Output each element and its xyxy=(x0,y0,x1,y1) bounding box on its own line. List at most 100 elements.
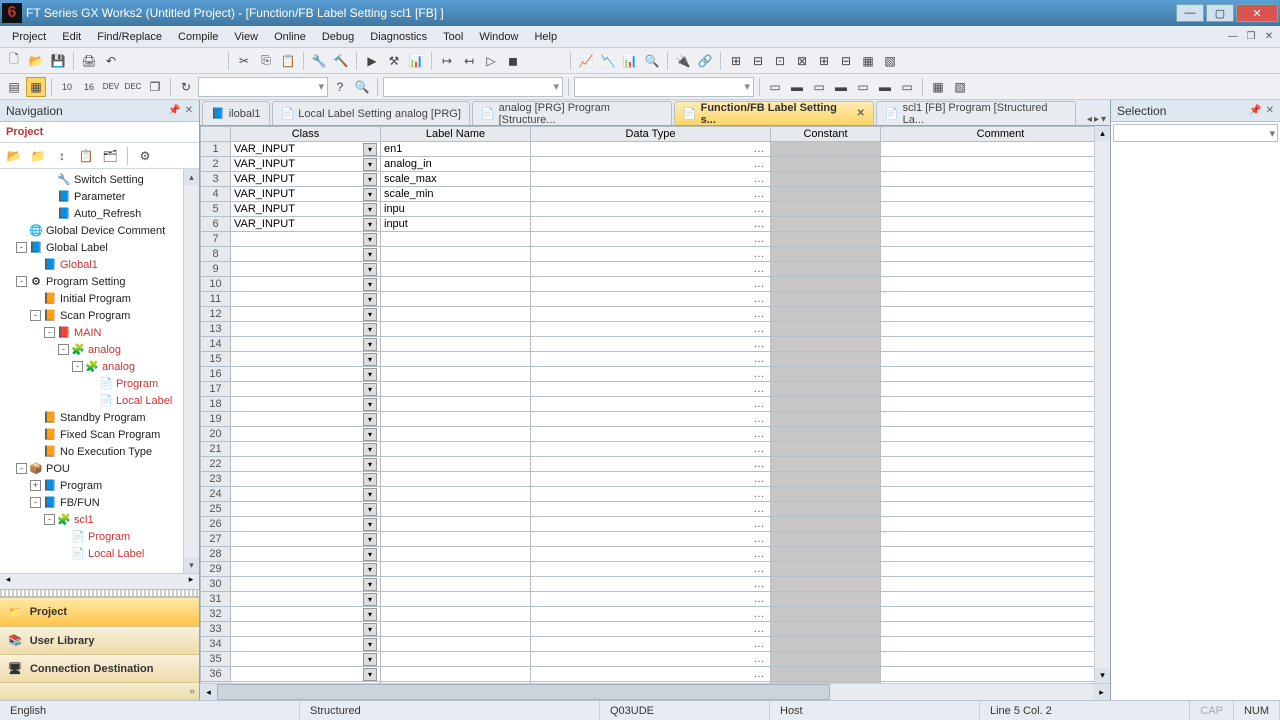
tile-icon[interactable]: ▤ xyxy=(4,77,24,97)
tree-node[interactable]: 📄Local Label xyxy=(2,545,199,562)
datatype-cell[interactable]: … xyxy=(531,607,771,622)
comment-cell[interactable] xyxy=(881,472,1095,487)
editor-tab[interactable]: 📄Local Label Setting analog [PRG] xyxy=(272,101,470,125)
compile-icon[interactable]: ▶ xyxy=(362,51,382,71)
datatype-cell[interactable]: … xyxy=(531,577,771,592)
row-number[interactable]: 16 xyxy=(201,367,231,382)
close-panel-icon[interactable]: ✕ xyxy=(185,105,193,116)
constant-cell[interactable] xyxy=(771,637,881,652)
sort-icon[interactable]: ↕ xyxy=(52,146,72,166)
row-number[interactable]: 5 xyxy=(201,202,231,217)
tree-node[interactable]: -🧩analog xyxy=(2,341,199,358)
editor-tab[interactable]: 📄scl1 [FB] Program [Structured La... xyxy=(876,101,1076,125)
constant-cell[interactable] xyxy=(771,532,881,547)
label-cell[interactable]: inpu xyxy=(381,202,531,217)
constant-cell[interactable] xyxy=(771,652,881,667)
row-number[interactable]: 19 xyxy=(201,412,231,427)
chart-icon[interactable]: 📊 xyxy=(620,51,640,71)
ellipsis-icon[interactable]: … xyxy=(751,278,767,290)
dropdown-icon[interactable]: ▾ xyxy=(363,203,377,216)
constant-cell[interactable] xyxy=(771,337,881,352)
datatype-cell[interactable]: … xyxy=(531,442,771,457)
datatype-cell[interactable]: … xyxy=(531,682,771,684)
datatype-cell[interactable]: … xyxy=(531,622,771,637)
tile-icon[interactable]: ▦ xyxy=(26,77,46,97)
class-cell[interactable]: ▾ xyxy=(231,637,381,652)
editor-tab[interactable]: 📘ilobal1 xyxy=(202,101,270,125)
datatype-cell[interactable]: … xyxy=(531,217,771,232)
comment-cell[interactable] xyxy=(881,442,1095,457)
grid-hscroll[interactable]: ◂ ▸ xyxy=(200,683,1110,700)
dropdown-icon[interactable]: ▾ xyxy=(363,638,377,651)
comment-cell[interactable] xyxy=(881,247,1095,262)
ladder-icon[interactable]: ⊞ xyxy=(726,51,746,71)
nav-button-userlib[interactable]: 📚 User Library xyxy=(0,626,199,654)
constant-cell[interactable] xyxy=(771,367,881,382)
menu-online[interactable]: Online xyxy=(266,29,314,45)
comment-cell[interactable] xyxy=(881,277,1095,292)
project-tree[interactable]: 🔧Switch Setting📘Parameter📘Auto_Refresh🌐G… xyxy=(0,169,199,564)
ellipsis-icon[interactable]: … xyxy=(751,308,767,320)
constant-cell[interactable] xyxy=(771,247,881,262)
label-cell[interactable] xyxy=(381,442,531,457)
dropdown-icon[interactable]: ▾ xyxy=(363,623,377,636)
label-cell[interactable] xyxy=(381,382,531,397)
ellipsis-icon[interactable]: … xyxy=(751,218,767,230)
constant-cell[interactable] xyxy=(771,592,881,607)
dropdown-icon[interactable]: ▾ xyxy=(363,158,377,171)
class-cell[interactable]: ▾ xyxy=(231,337,381,352)
comment-cell[interactable] xyxy=(881,232,1095,247)
step-icon[interactable]: ↦ xyxy=(437,51,457,71)
row-number[interactable]: 26 xyxy=(201,517,231,532)
row-number[interactable]: 27 xyxy=(201,532,231,547)
open-icon[interactable]: 📂 xyxy=(26,51,46,71)
comment-cell[interactable] xyxy=(881,307,1095,322)
constant-cell[interactable] xyxy=(771,502,881,517)
row-number[interactable]: 12 xyxy=(201,307,231,322)
ellipsis-icon[interactable]: … xyxy=(751,323,767,335)
ladder-icon[interactable]: ⊠ xyxy=(792,51,812,71)
datatype-cell[interactable]: … xyxy=(531,232,771,247)
ellipsis-icon[interactable]: … xyxy=(751,383,767,395)
comment-cell[interactable] xyxy=(881,682,1095,684)
col-header[interactable]: Class xyxy=(231,127,381,142)
class-cell[interactable]: ▾ xyxy=(231,607,381,622)
combo-3[interactable]: ▾ xyxy=(574,77,754,97)
menu-compile[interactable]: Compile xyxy=(170,29,226,45)
class-cell[interactable]: ▾ xyxy=(231,382,381,397)
row-number[interactable]: 6 xyxy=(201,217,231,232)
ellipsis-icon[interactable]: … xyxy=(751,488,767,500)
label-cell[interactable] xyxy=(381,637,531,652)
class-cell[interactable]: ▾ xyxy=(231,502,381,517)
tab-list-icon[interactable]: ▾ xyxy=(1101,114,1106,125)
constant-cell[interactable] xyxy=(771,442,881,457)
constant-cell[interactable] xyxy=(771,322,881,337)
datatype-cell[interactable]: … xyxy=(531,277,771,292)
label-cell[interactable] xyxy=(381,547,531,562)
selection-combo[interactable]: ▾ xyxy=(1113,124,1278,142)
ellipsis-icon[interactable]: … xyxy=(751,293,767,305)
label-cell[interactable] xyxy=(381,412,531,427)
datatype-cell[interactable]: … xyxy=(531,292,771,307)
dropdown-icon[interactable]: ▾ xyxy=(363,173,377,186)
comment-cell[interactable] xyxy=(881,487,1095,502)
comment-cell[interactable] xyxy=(881,142,1095,157)
class-cell[interactable]: ▾ xyxy=(231,517,381,532)
dropdown-icon[interactable]: ▾ xyxy=(363,578,377,591)
datatype-cell[interactable]: … xyxy=(531,457,771,472)
expand-icon[interactable]: 📂 xyxy=(4,146,24,166)
datatype-cell[interactable]: … xyxy=(531,502,771,517)
ladder-icon[interactable]: ⊟ xyxy=(836,51,856,71)
class-cell[interactable]: ▾ xyxy=(231,352,381,367)
row-number[interactable]: 33 xyxy=(201,622,231,637)
nav-button-connection[interactable]: 🖥 Connection Destination xyxy=(0,654,199,682)
row-number[interactable]: 35 xyxy=(201,652,231,667)
dropdown-icon[interactable]: ▾ xyxy=(363,263,377,276)
constant-cell[interactable] xyxy=(771,157,881,172)
comment-cell[interactable] xyxy=(881,517,1095,532)
tree-node[interactable]: 📄Local Label xyxy=(2,392,199,409)
ellipsis-icon[interactable]: … xyxy=(751,458,767,470)
row-number[interactable]: 37 xyxy=(201,682,231,684)
ellipsis-icon[interactable]: … xyxy=(751,413,767,425)
constant-cell[interactable] xyxy=(771,577,881,592)
